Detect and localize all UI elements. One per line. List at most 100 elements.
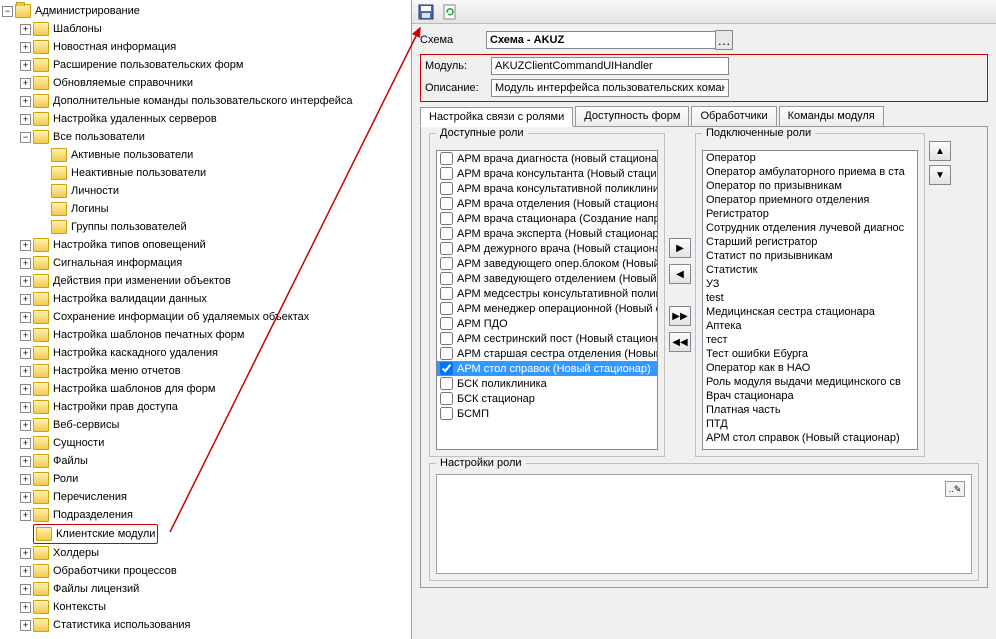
tree-item[interactable]: +Настройка удаленных серверов	[18, 110, 411, 128]
tree-item[interactable]: Личности	[36, 182, 411, 200]
edit-settings-button[interactable]: ..✎	[945, 481, 965, 497]
role-checkbox[interactable]	[440, 182, 453, 195]
role-checkbox[interactable]	[440, 332, 453, 345]
tab-forms[interactable]: Доступность форм	[575, 106, 689, 126]
list-item[interactable]: АРМ старшая сестра отделения (Новый с	[437, 346, 657, 361]
list-item[interactable]: УЗ	[703, 277, 917, 291]
move-up-button[interactable]: ▲	[929, 141, 951, 161]
list-item[interactable]: Статист по призывникам	[703, 249, 917, 263]
list-item[interactable]: АРМ ПДО	[437, 316, 657, 331]
expander-icon[interactable]: +	[20, 258, 31, 269]
role-checkbox[interactable]	[440, 407, 453, 420]
role-checkbox[interactable]	[440, 152, 453, 165]
tree-item[interactable]: +Подразделения	[18, 506, 411, 524]
tree-item[interactable]: +Настройка меню отчетов	[18, 362, 411, 380]
tree-item[interactable]: +Настройка типов оповещений	[18, 236, 411, 254]
expander-icon[interactable]: +	[20, 24, 31, 35]
list-item[interactable]: АРМ врача стационара (Создание направ	[437, 211, 657, 226]
expander-icon[interactable]: +	[20, 294, 31, 305]
list-item[interactable]: Сотрудник отделения лучевой диагнос	[703, 221, 917, 235]
expander-icon[interactable]: +	[20, 348, 31, 359]
role-checkbox[interactable]	[440, 242, 453, 255]
list-item[interactable]: test	[703, 291, 917, 305]
list-item[interactable]: Регистратор	[703, 207, 917, 221]
tree-item[interactable]: +Статистика использования	[18, 616, 411, 634]
move-right-button[interactable]: ▶	[669, 238, 691, 258]
list-item[interactable]: АРМ врача эксперта (Новый стационар)	[437, 226, 657, 241]
move-down-button[interactable]: ▼	[929, 165, 951, 185]
tree-item[interactable]: +Дополнительные команды пользовательског…	[18, 92, 411, 110]
list-item[interactable]: Оператор	[703, 151, 917, 165]
role-checkbox[interactable]	[440, 272, 453, 285]
list-item[interactable]: Роль модуля выдачи медицинского св	[703, 375, 917, 389]
role-checkbox[interactable]	[440, 227, 453, 240]
role-checkbox[interactable]	[440, 287, 453, 300]
schema-lookup-button[interactable]: …	[715, 30, 733, 50]
tree-item[interactable]: +Сущности	[18, 434, 411, 452]
tree-item[interactable]: Активные пользователи	[36, 146, 411, 164]
list-item[interactable]: Оператор амбулаторного приема в ста	[703, 165, 917, 179]
list-item[interactable]: БСМП	[437, 406, 657, 421]
role-checkbox[interactable]	[440, 167, 453, 180]
list-item[interactable]: АРМ врача консультанта (Новый стацион	[437, 166, 657, 181]
move-left-button[interactable]: ◀	[669, 264, 691, 284]
list-item[interactable]: АРМ стол справок (Новый стационар)	[437, 361, 657, 376]
schema-field[interactable]	[486, 31, 716, 49]
role-checkbox[interactable]	[440, 212, 453, 225]
list-item[interactable]: Медицинская сестра стационара	[703, 305, 917, 319]
available-roles-list[interactable]: АРМ врача диагноста (новый стационар)АРМ…	[436, 150, 658, 450]
expander-icon[interactable]: +	[20, 330, 31, 341]
expander-icon[interactable]: +	[20, 548, 31, 559]
tree-item[interactable]: +Перечисления	[18, 488, 411, 506]
expander-icon[interactable]: +	[20, 240, 31, 251]
tree-item[interactable]: Клиентские модули	[18, 524, 411, 544]
tree-item[interactable]: +Роли	[18, 470, 411, 488]
expander-icon[interactable]: +	[20, 492, 31, 503]
tree-item[interactable]: −Все пользователи	[18, 128, 411, 146]
refresh-icon[interactable]	[442, 4, 458, 20]
expander-icon[interactable]: −	[20, 132, 31, 143]
tree-item[interactable]: +Файлы	[18, 452, 411, 470]
list-item[interactable]: Оператор по призывникам	[703, 179, 917, 193]
list-item[interactable]: Оператор приемного отделения	[703, 193, 917, 207]
role-checkbox[interactable]	[440, 257, 453, 270]
tree-item[interactable]: +Холдеры	[18, 544, 411, 562]
expander-icon[interactable]: +	[20, 96, 31, 107]
tree-item[interactable]: Логины	[36, 200, 411, 218]
save-icon[interactable]	[418, 4, 434, 20]
module-field[interactable]	[491, 57, 729, 75]
role-checkbox[interactable]	[440, 197, 453, 210]
tree-item[interactable]: +Настройка валидации данных	[18, 290, 411, 308]
tree-item[interactable]: +Действия при изменении объектов	[18, 272, 411, 290]
expander-icon[interactable]: +	[20, 276, 31, 287]
list-item[interactable]: АРМ дежурного врача (Новый стационар)	[437, 241, 657, 256]
tree-item[interactable]: +Настройка каскадного удаления	[18, 344, 411, 362]
tree-item[interactable]: +Расширение пользовательских форм	[18, 56, 411, 74]
expander-icon[interactable]: +	[20, 620, 31, 631]
list-item[interactable]: АРМ стол справок (Новый стационар)	[703, 431, 917, 445]
expander-icon[interactable]: +	[20, 474, 31, 485]
role-checkbox[interactable]	[440, 362, 453, 375]
tree-item[interactable]: +Шаблоны	[18, 20, 411, 38]
tree-item[interactable]: +Сохранение информации об удаляемых объе…	[18, 308, 411, 326]
list-item[interactable]: Старший регистратор	[703, 235, 917, 249]
expander-icon[interactable]: +	[20, 402, 31, 413]
expander-icon[interactable]: +	[20, 114, 31, 125]
expander-icon[interactable]: +	[20, 602, 31, 613]
expander-icon[interactable]: +	[20, 510, 31, 521]
tree-root[interactable]: − Администрирование	[0, 2, 411, 20]
tree-item[interactable]: +Новостная информация	[18, 38, 411, 56]
tab-roles[interactable]: Настройка связи с ролями	[420, 107, 573, 127]
expander-icon[interactable]: +	[20, 438, 31, 449]
role-checkbox[interactable]	[440, 302, 453, 315]
tree-item[interactable]: +Обновляемые справочники	[18, 74, 411, 92]
list-item[interactable]: АРМ медсестры консультативной полик	[437, 286, 657, 301]
tree-item[interactable]: +Сигнальная информация	[18, 254, 411, 272]
list-item[interactable]: Врач стационара	[703, 389, 917, 403]
list-item[interactable]: ПТД	[703, 417, 917, 431]
list-item[interactable]: АРМ врача отделения (Новый стационар)	[437, 196, 657, 211]
tree-item[interactable]: +Настройки прав доступа	[18, 398, 411, 416]
expander-icon[interactable]: +	[20, 366, 31, 377]
expander-icon[interactable]: +	[20, 420, 31, 431]
tree-item[interactable]: +Веб-сервисы	[18, 416, 411, 434]
